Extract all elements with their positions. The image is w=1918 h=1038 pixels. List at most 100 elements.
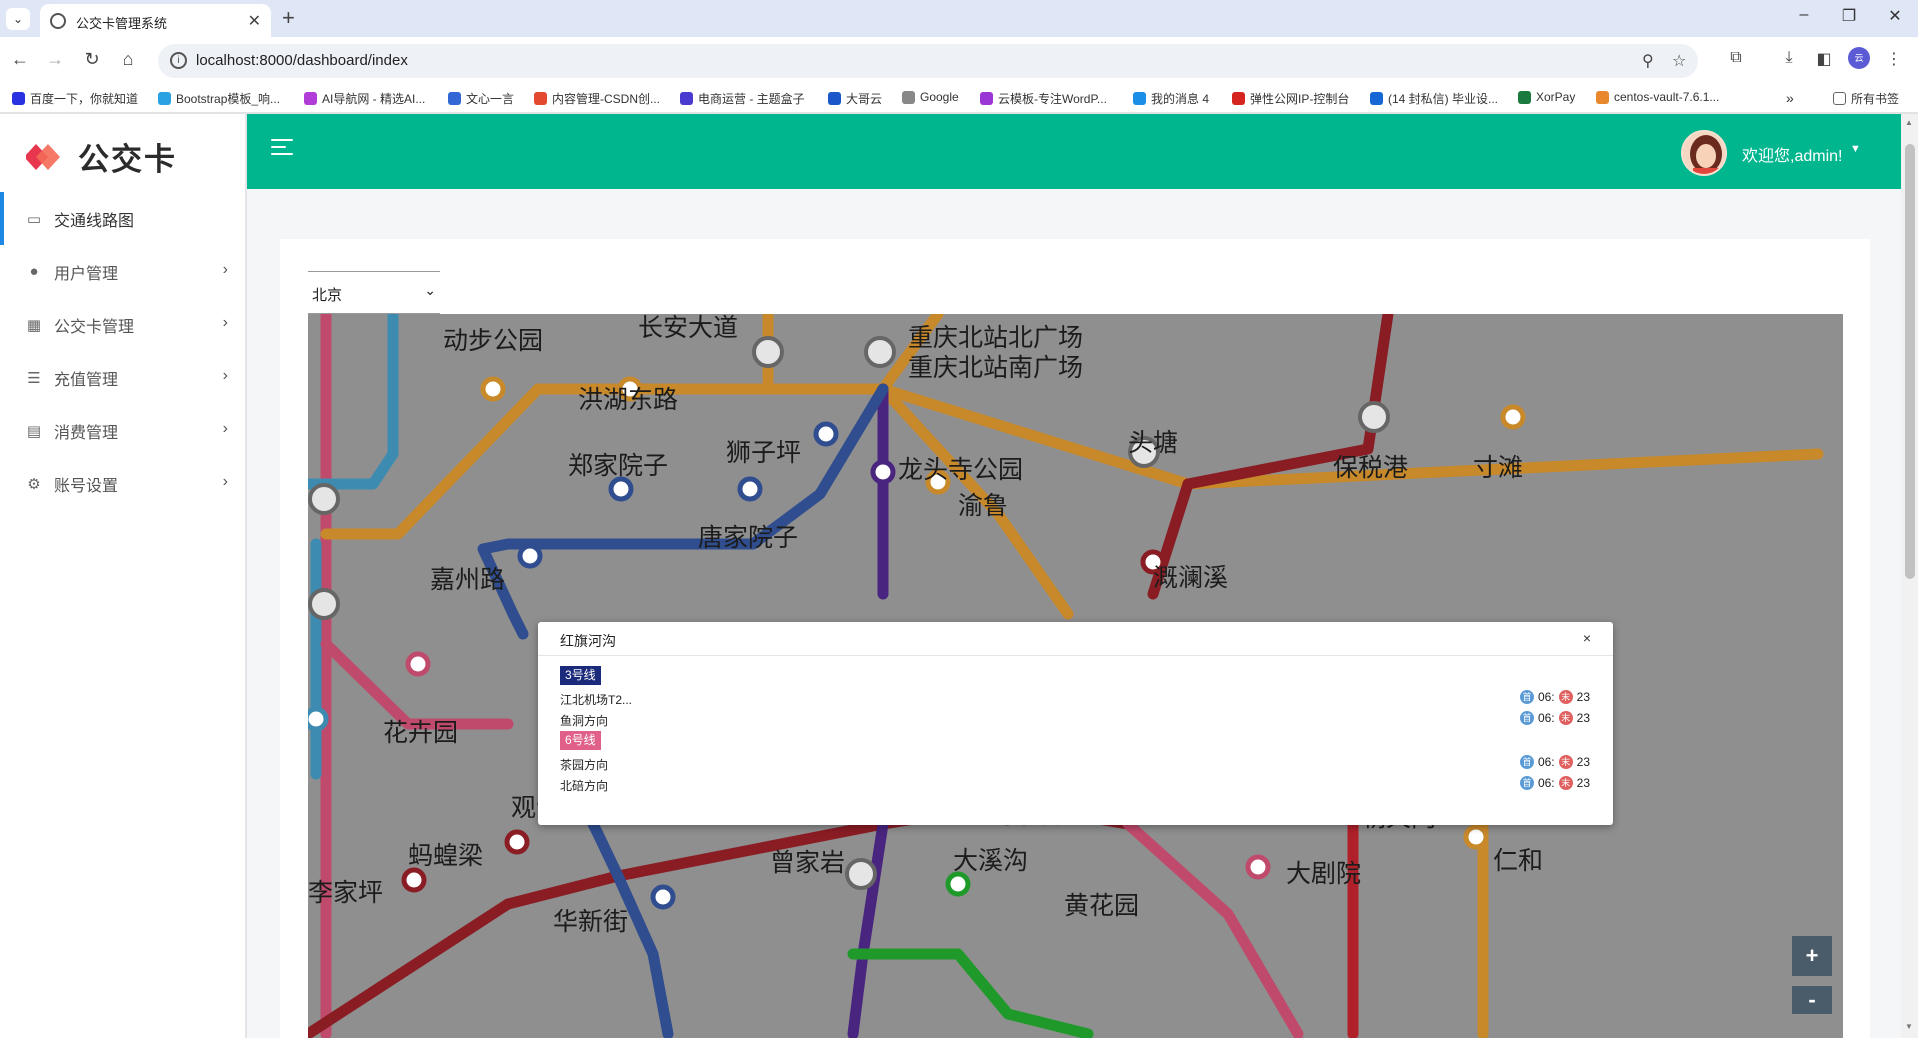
service-times: 首 06: 末 23 <box>1519 711 1590 725</box>
bookmark-item[interactable]: 大哥云 <box>828 90 882 107</box>
station-label[interactable]: 仁和 <box>1493 847 1543 875</box>
sidebar-item-3[interactable]: ☰ 充值管理 › <box>0 351 246 404</box>
station-label[interactable]: 龙头寺公园 <box>898 456 1023 484</box>
side-panel-icon[interactable]: ◧ <box>1813 49 1835 69</box>
scroll-up-arrow-icon[interactable]: ▲ <box>1905 118 1913 127</box>
extensions-icon[interactable]: ⧉ <box>1725 49 1747 67</box>
restore-button[interactable]: ❐ <box>1834 6 1864 26</box>
station-label[interactable]: 李家坪 <box>308 879 383 907</box>
station-label[interactable]: 渝鲁 <box>958 492 1008 520</box>
sidebar-item-label: 充值管理 <box>54 371 119 389</box>
station-label[interactable]: 郑家院子 <box>568 452 668 480</box>
tab-search-button[interactable]: ⌄ <box>6 8 30 30</box>
site-info-icon[interactable]: i <box>170 52 187 69</box>
station-label[interactable]: 头塘 <box>1128 429 1178 457</box>
station-label[interactable]: 洪湖东路 <box>578 386 678 414</box>
first-train-time: 06: <box>1537 755 1555 769</box>
url-text[interactable]: localhost:8000/dashboard/index <box>196 52 408 69</box>
station-label[interactable]: 重庆北站南广场 <box>908 354 1083 382</box>
scroll-thumb[interactable] <box>1905 144 1915 579</box>
minimize-button[interactable]: – <box>1789 6 1819 24</box>
sidebar-item-label: 账号设置 <box>54 477 119 495</box>
station-label[interactable]: 动步公园 <box>443 327 543 355</box>
chevron-right-icon: › <box>222 314 228 331</box>
download-icon[interactable]: ⤓ <box>1778 49 1800 67</box>
station-label[interactable]: 保税港 <box>1333 454 1408 482</box>
station-label[interactable]: 大剧院 <box>1286 860 1361 888</box>
bookmark-item[interactable]: Google <box>902 90 959 104</box>
direction-row: 茶园方向 首 06: 末 23 <box>560 753 1590 775</box>
back-icon[interactable]: ← <box>8 49 32 70</box>
tab-close-icon[interactable]: ✕ <box>248 11 261 31</box>
home-icon[interactable]: ⌂ <box>116 49 140 70</box>
zoom-in-button[interactable]: + <box>1792 936 1832 976</box>
address-bar[interactable]: i localhost:8000/dashboard/index ⚲ ☆ <box>158 44 1698 78</box>
direction-row: 鱼洞方向 首 06: 末 23 <box>560 709 1590 731</box>
station-label[interactable]: 重庆北站北广场 <box>908 324 1083 352</box>
popup-close-icon[interactable]: × <box>1583 630 1591 646</box>
bookmark-item[interactable]: 百度一下，你就知道 <box>12 90 138 107</box>
bookmark-item[interactable]: centos-vault-7.6.1... <box>1596 90 1719 104</box>
sidebar-item-1[interactable]: ● 用户管理 › <box>0 245 246 298</box>
city-select[interactable]: 北京 ⌄ <box>308 271 440 314</box>
scroll-down-arrow-icon[interactable]: ▼ <box>1905 1022 1913 1031</box>
station-label[interactable]: 狮子坪 <box>726 439 801 467</box>
sidebar-item-5[interactable]: ⚙ 账号设置 › <box>0 457 246 510</box>
station-label[interactable]: 寸滩 <box>1473 454 1523 482</box>
globe-icon <box>50 13 66 29</box>
avatar[interactable] <box>1681 130 1727 176</box>
sidebar-item-label: 交通线路图 <box>54 212 135 230</box>
bookmark-item[interactable]: 文心一言 <box>448 90 514 107</box>
station-label[interactable]: 嘉州路 <box>430 566 505 594</box>
profile-icon[interactable]: 云 <box>1848 47 1870 69</box>
browser-tab[interactable]: 公交卡管理系统 ✕ <box>40 4 271 37</box>
bookmark-label: centos-vault-7.6.1... <box>1614 90 1720 104</box>
bookmark-favicon-icon <box>12 92 25 105</box>
window-close-button[interactable]: ✕ <box>1880 6 1910 26</box>
bookmark-label: 文心一言 <box>466 92 515 106</box>
zoom-icon[interactable]: ⚲ <box>1642 51 1654 71</box>
bookmarks-overflow-icon[interactable]: » <box>1786 90 1794 106</box>
reload-icon[interactable]: ↻ <box>80 49 104 70</box>
menu-toggle-icon[interactable] <box>271 139 293 157</box>
bookmark-item[interactable]: AI导航网 - 精选AI... <box>304 90 425 107</box>
station-label[interactable]: 华新街 <box>553 908 628 936</box>
station-label[interactable]: 溉澜溪 <box>1153 564 1228 592</box>
last-train-icon: 末 <box>1558 776 1573 790</box>
bookmark-favicon-icon <box>680 92 693 105</box>
station-label[interactable]: 黄花园 <box>1064 892 1139 920</box>
page-scrollbar[interactable]: ▲ ▼ <box>1901 114 1918 1038</box>
sidebar: 公交卡 ▭ 交通线路图 ● 用户管理 › ▦ 公交卡管理 › ☰ 充值管理 › ▤ 消费管理 › ⚙ 账号设置… <box>0 114 246 1038</box>
station-label[interactable]: 曾家岩 <box>770 849 845 877</box>
menu-kebab-icon[interactable]: ⋮ <box>1883 49 1905 69</box>
all-bookmarks[interactable]: 所有书签 <box>1833 90 1899 107</box>
sidebar-item-4[interactable]: ▤ 消费管理 › <box>0 404 246 457</box>
sidebar-item-label: 用户管理 <box>54 265 119 283</box>
bookmark-item[interactable]: XorPay <box>1518 90 1575 104</box>
forward-icon[interactable]: → <box>43 49 67 70</box>
sidebar-item-0[interactable]: ▭ 交通线路图 <box>0 192 246 245</box>
first-train-time: 06: <box>1537 690 1555 704</box>
bookmark-item[interactable]: (14 封私信) 毕业设... <box>1370 90 1498 107</box>
station-label[interactable]: 大溪沟 <box>953 847 1028 875</box>
bookmark-item[interactable]: Bootstrap模板_响... <box>158 90 280 107</box>
station-label[interactable]: 唐家院子 <box>698 524 798 552</box>
station-label[interactable]: 花卉园 <box>383 719 458 747</box>
bookmark-star-icon[interactable]: ☆ <box>1672 51 1686 71</box>
bookmark-favicon-icon <box>448 92 461 105</box>
bookmark-item[interactable]: 我的消息 4 <box>1133 90 1209 107</box>
bookmark-label: XorPay <box>1536 90 1576 104</box>
bookmark-item[interactable]: 弹性公网IP-控制台 <box>1232 90 1349 107</box>
station-label[interactable]: 长安大道 <box>638 314 738 342</box>
bookmark-item[interactable]: 电商运营 - 主题盒子 <box>680 90 805 107</box>
bookmark-item[interactable]: 云模板-专注WordP... <box>980 90 1107 107</box>
zoom-out-button[interactable]: - <box>1792 986 1832 1014</box>
station-label[interactable]: 蚂蝗梁 <box>408 842 483 870</box>
bookmark-favicon-icon <box>1232 92 1245 105</box>
sidebar-item-2[interactable]: ▦ 公交卡管理 › <box>0 298 246 351</box>
dropdown-caret-icon[interactable]: ▼ <box>1850 143 1861 155</box>
welcome-text[interactable]: 欢迎您,admin! <box>1742 142 1842 166</box>
chevron-right-icon: › <box>222 473 228 490</box>
new-tab-button[interactable]: + <box>282 5 295 31</box>
bookmark-item[interactable]: 内容管理-CSDN创... <box>534 90 660 107</box>
